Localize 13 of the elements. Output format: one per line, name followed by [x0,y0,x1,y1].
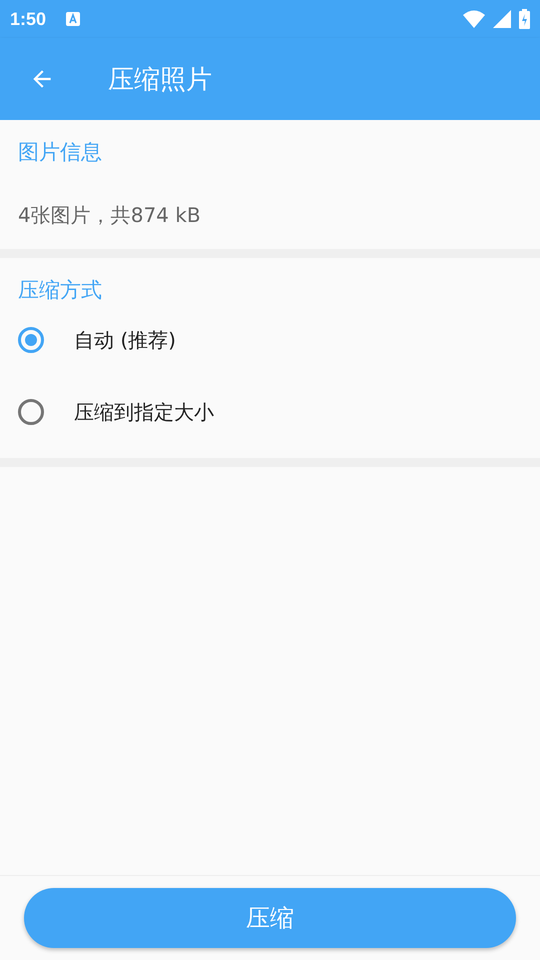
radio-button[interactable] [18,399,44,425]
section-title: 图片信息 [17,139,103,166]
status-time: 1:50 [10,8,46,30]
image-info-text: 4张图片，共874 kB [17,202,202,229]
radio-button[interactable] [18,327,44,353]
wifi-icon [463,10,485,28]
battery-icon [519,9,530,29]
notification-icon [66,12,80,26]
signal-icon [493,10,511,28]
option-label[interactable]: 自动 (推荐) [74,326,176,354]
section-title: 压缩方式 [17,277,103,304]
screen-title: 压缩照片 [108,64,212,96]
option-label[interactable]: 压缩到指定大小 [74,398,214,426]
